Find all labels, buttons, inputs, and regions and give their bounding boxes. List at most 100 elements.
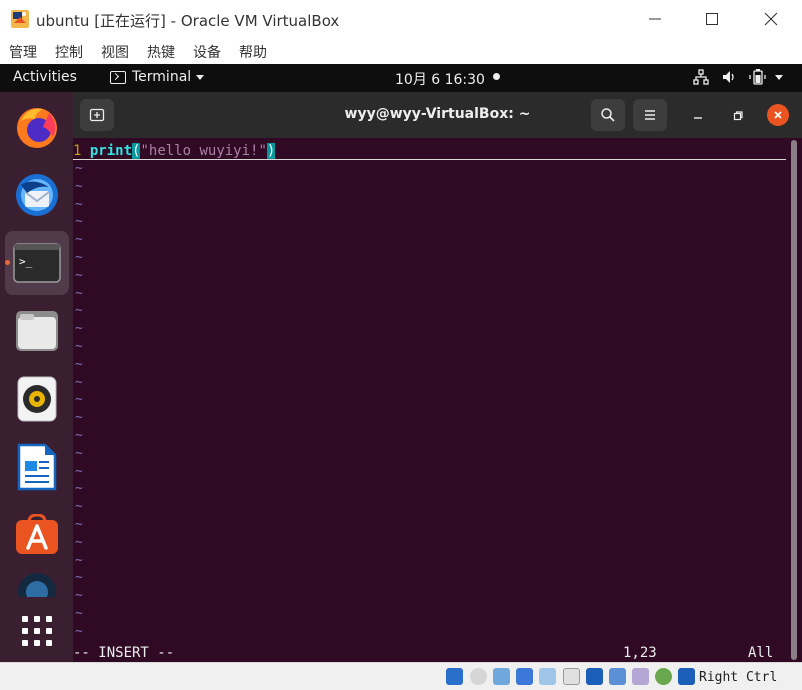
clock[interactable]: 10月 6 16:30 — [395, 69, 485, 89]
audio-icon[interactable] — [493, 668, 510, 685]
notification-dot-icon — [493, 73, 500, 80]
dock-software[interactable] — [5, 503, 69, 567]
terminal-window[interactable]: wyy@wyy-VirtualBox: ~ 1 print("hello wuy… — [73, 92, 802, 662]
minimize-icon — [649, 18, 661, 20]
vim-empty-line-marker: ~ — [75, 303, 83, 319]
menu-control[interactable]: 控制 — [55, 42, 83, 62]
maximize-icon — [706, 13, 718, 25]
vim-code-string: "hello wuyiyi!" — [140, 143, 267, 159]
search-button[interactable] — [591, 99, 625, 131]
activities-button[interactable]: Activities — [13, 69, 77, 85]
host-titlebar: ubuntu [正在运行] - Oracle VM VirtualBox — [0, 0, 802, 38]
close-icon — [764, 12, 778, 26]
vim-empty-line-marker: ~ — [75, 161, 83, 176]
vim-empty-line-marker: ~ — [75, 410, 83, 426]
menu-help[interactable]: 帮助 — [239, 42, 267, 62]
close-button[interactable] — [741, 0, 801, 38]
app-menu-terminal[interactable]: Terminal — [132, 69, 191, 85]
terminal-headerbar: wyy@wyy-VirtualBox: ~ — [73, 92, 802, 138]
chevron-down-icon — [196, 75, 204, 80]
svg-text:>_: >_ — [19, 255, 33, 268]
network-adapter-icon[interactable] — [516, 668, 533, 685]
menu-hotkeys[interactable]: 热键 — [147, 42, 175, 62]
hard-disk-icon[interactable] — [446, 668, 463, 685]
hamburger-icon — [645, 110, 655, 120]
search-icon — [601, 108, 615, 122]
mouse-integration-icon[interactable] — [655, 668, 672, 685]
ubuntu-software-icon — [16, 514, 58, 554]
show-applications-button[interactable] — [5, 599, 69, 662]
vim-empty-line-marker: ~ — [75, 392, 83, 408]
host-window-title: ubuntu [正在运行] - Oracle VM VirtualBox — [36, 12, 340, 30]
virtualization-icon[interactable] — [632, 668, 649, 685]
vim-empty-line-marker: ~ — [75, 339, 83, 354]
vim-code-keyword: print — [89, 143, 133, 159]
restore-icon — [733, 111, 743, 121]
network-icon[interactable] — [693, 69, 709, 89]
vim-empty-line-marker: ~ — [75, 285, 83, 301]
vim-empty-line-marker: ~ — [75, 588, 83, 604]
minimize-icon — [694, 117, 702, 119]
menu-manage[interactable]: 管理 — [9, 42, 37, 62]
vim-editor[interactable]: 1 print("hello wuyiyi!") ~ ~ ~ ~ ~ ~ ~ ~ ~ ~ ~ ~ ~ ~ ~… — [73, 138, 802, 662]
help-lifebuoy-icon — [18, 573, 56, 597]
dock: >_ — [0, 92, 73, 662]
vim-empty-line-marker: ~ — [75, 178, 83, 194]
dock-terminal[interactable]: >_ — [5, 231, 69, 295]
terminal-icon: >_ — [13, 243, 61, 283]
keyboard-capture-icon[interactable] — [678, 668, 695, 685]
host-key-label: Right Ctrl — [699, 670, 778, 685]
volume-icon[interactable] — [721, 69, 737, 89]
host-menubar: 管理 控制 视图 热键 设备 帮助 — [0, 38, 802, 64]
dock-files[interactable] — [5, 299, 69, 363]
vim-empty-line-marker: ~ — [75, 570, 83, 586]
vim-empty-line-marker: ~ — [75, 250, 83, 265]
video-capture-icon[interactable] — [609, 668, 626, 685]
guest-screen[interactable]: Activities Terminal 10月 6 16:30 >_ wyy@w… — [0, 64, 802, 662]
menu-view[interactable]: 视图 — [101, 42, 129, 62]
terminal-app-icon — [110, 71, 126, 84]
vim-statusline: -- INSERT -- 1,23 All — [73, 644, 802, 662]
host-statusbar: Right Ctrl — [0, 662, 802, 690]
vim-empty-line-marker: ~ — [75, 356, 83, 372]
dock-firefox[interactable] — [5, 95, 69, 159]
dock-help[interactable] — [5, 571, 69, 597]
vim-empty-line-marker: ~ — [75, 267, 83, 283]
vim-empty-line-marker: ~ — [75, 623, 83, 639]
terminal-minimize-button[interactable] — [688, 106, 708, 126]
hamburger-menu-button[interactable] — [633, 99, 667, 131]
terminal-scrollbar[interactable] — [791, 140, 797, 660]
app-grid-icon — [22, 616, 52, 646]
minimize-button[interactable] — [625, 0, 685, 38]
optical-drive-icon[interactable] — [470, 668, 487, 685]
terminal-close-button[interactable] — [767, 104, 789, 126]
vim-empty-line-marker: ~ — [75, 428, 83, 443]
virtualbox-vm-icon — [10, 9, 30, 29]
vim-empty-line-marker: ~ — [75, 445, 83, 461]
maximize-button[interactable] — [682, 0, 742, 38]
system-menu-chevron-icon[interactable] — [775, 75, 783, 80]
vim-code-close-paren: ) — [266, 143, 276, 159]
usb-icon[interactable] — [539, 668, 556, 685]
gnome-topbar: Activities Terminal 10月 6 16:30 — [0, 64, 802, 92]
display-icon[interactable] — [586, 668, 603, 685]
vim-empty-line-marker: ~ — [75, 534, 83, 550]
vim-empty-line-marker: ~ — [75, 232, 83, 248]
shared-folders-icon[interactable] — [563, 668, 580, 685]
vim-empty-line-marker: ~ — [75, 517, 83, 532]
dock-writer[interactable] — [5, 435, 69, 499]
vim-empty-line-marker: ~ — [75, 374, 83, 390]
vim-empty-line-marker: ~ — [75, 196, 83, 212]
thunderbird-icon — [16, 174, 58, 216]
close-icon — [774, 111, 782, 119]
libreoffice-writer-icon — [17, 443, 57, 491]
battery-icon[interactable] — [749, 69, 767, 89]
dock-thunderbird[interactable] — [5, 163, 69, 227]
rhythmbox-speaker-icon — [17, 376, 57, 422]
vim-empty-line-marker: ~ — [75, 552, 83, 568]
vim-empty-line-marker: ~ — [75, 214, 83, 230]
terminal-restore-button[interactable] — [728, 106, 748, 126]
vim-empty-line-marker: ~ — [75, 606, 83, 621]
dock-rhythmbox[interactable] — [5, 367, 69, 431]
menu-devices[interactable]: 设备 — [193, 42, 221, 62]
